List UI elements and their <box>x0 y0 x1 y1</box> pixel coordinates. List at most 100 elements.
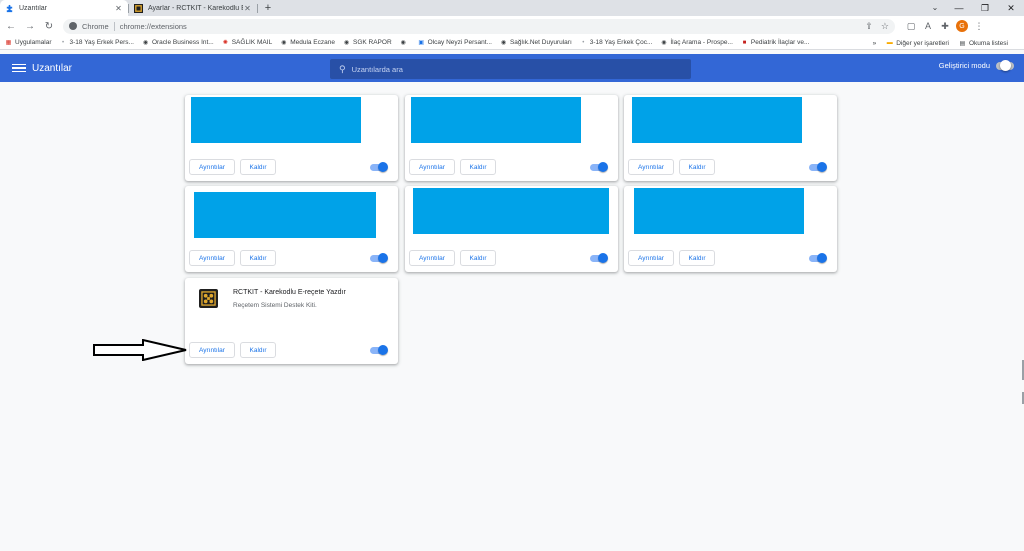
reload-icon[interactable]: ↻ <box>41 18 57 34</box>
redacted-area <box>634 188 804 234</box>
bookmark-item[interactable]: ▦ Uygulamalar <box>5 39 52 46</box>
redacted-area <box>632 97 802 143</box>
bookmark-label: Pediatrik İlaçlar ve... <box>750 39 810 46</box>
share-icon[interactable]: ⇪ <box>865 21 873 32</box>
back-arrow-icon[interactable]: ← <box>3 18 19 34</box>
bookmark-label: 3-18 Yaş Erkek Çoc... <box>589 39 653 46</box>
bookmark-label: Sağlık.Net Duyuruları <box>509 39 572 46</box>
forward-arrow-icon[interactable]: → <box>22 18 38 34</box>
remove-button[interactable]: Kaldır <box>240 159 276 175</box>
tab-search-icon[interactable]: ⌄ <box>928 0 942 16</box>
globe-icon: ◉ <box>343 40 350 46</box>
enable-toggle[interactable] <box>809 162 827 172</box>
close-icon[interactable]: ✕ <box>114 4 123 13</box>
redacted-area <box>191 97 361 143</box>
search-input[interactable] <box>351 64 652 74</box>
globe-icon: ◉ <box>400 40 406 46</box>
translate-icon[interactable]: A <box>922 20 934 32</box>
details-button[interactable]: Ayrıntılar <box>409 159 455 175</box>
rctkit-logo-icon <box>199 289 218 308</box>
apps-grid-icon: ▦ <box>5 40 12 46</box>
enable-toggle[interactable] <box>809 253 827 263</box>
image-icon: ▣ <box>418 40 424 46</box>
minimize-icon[interactable]: — <box>946 0 972 16</box>
annotation-arrow-icon <box>93 339 187 361</box>
bookmark-label: SGK RAPOR <box>353 39 392 46</box>
bookmark-label: Oracle Business Int... <box>151 39 214 46</box>
developer-mode-label: Geliştirici modu <box>938 61 990 70</box>
extension-card: Ayrıntılar Kaldır <box>185 186 398 272</box>
red-square-icon: ■ <box>742 39 747 46</box>
star-icon[interactable]: ☆ <box>881 21 889 32</box>
close-window-icon[interactable]: ✕ <box>998 0 1024 16</box>
developer-mode-toggle[interactable] <box>996 59 1014 71</box>
page-title: Uzantılar <box>32 62 73 74</box>
extension-description: Reçetem Sistemi Destek Kiti. <box>233 302 317 309</box>
url-text: chrome://extensions <box>119 21 187 31</box>
tab-title: Ayarlar - RCTKIT - Karekodlu E-reçete Ya… <box>148 4 243 12</box>
remove-button[interactable]: Kaldır <box>240 342 276 358</box>
extension-search: ⚲ <box>330 59 691 79</box>
search-icon: ⚲ <box>339 63 346 74</box>
remove-button[interactable]: Kaldır <box>679 159 715 175</box>
details-button[interactable]: Ayrıntılar <box>189 250 235 266</box>
enable-toggle[interactable] <box>370 253 388 263</box>
tab-divider <box>257 4 258 13</box>
profile-avatar[interactable]: G <box>956 20 968 32</box>
bookmark-item[interactable]: ◉ Sağlık.Net Duyuruları <box>500 39 572 46</box>
bookmark-item[interactable]: ■ Pediatrik İlaçlar ve... <box>741 39 810 46</box>
restore-icon[interactable]: ❐ <box>972 0 998 16</box>
details-button[interactable]: Ayrıntılar <box>189 159 235 175</box>
more-bookmarks-button[interactable]: » <box>873 40 877 47</box>
tab-settings-rctkit[interactable]: Ayarlar - RCTKIT - Karekodlu E-reçete Ya… <box>129 0 257 16</box>
details-button[interactable]: Ayrıntılar <box>628 250 674 266</box>
extension-icon[interactable]: ▢ <box>905 20 917 32</box>
tab-strip: Uzantılar ✕ Ayarlar - RCTKIT - Karekodlu… <box>0 0 1024 16</box>
extensions-puzzle-icon[interactable]: ✚ <box>939 20 951 32</box>
bookmark-item[interactable]: • 3-18 Yaş Erkek Çoc... <box>580 39 653 46</box>
mail-icon: ✺ <box>222 40 228 46</box>
bookmark-label: Uygulamalar <box>15 39 52 46</box>
extension-card-rctkit: RCTKIT - Karekodlu E-reçete Yazdır Reçet… <box>185 278 398 364</box>
developer-mode: Geliştirici modu <box>938 59 1014 71</box>
extension-card: Ayrıntılar Kaldır <box>405 186 618 272</box>
kebab-menu-icon[interactable]: ⋮ <box>973 20 985 32</box>
bookmark-item[interactable]: ◉ SGK RAPOR <box>343 39 392 46</box>
reading-list-label: Okuma listesi <box>968 39 1008 47</box>
tab-extensions[interactable]: Uzantılar ✕ <box>0 0 128 16</box>
extensions-header: Uzantılar ⚲ Geliştirici modu <box>0 54 1024 82</box>
address-bar[interactable]: Chrome chrome://extensions ⇪ ☆ <box>63 18 895 34</box>
chrome-icon <box>69 22 77 30</box>
bookmark-label: Olcay Neyzi Persant... <box>427 39 492 46</box>
bookmark-item[interactable]: ◉ İlaç Arama - Prospe... <box>660 39 733 46</box>
details-button[interactable]: Ayrıntılar <box>189 342 235 358</box>
hamburger-menu-icon[interactable] <box>12 63 26 73</box>
bookmark-item[interactable]: ◉ Oracle Business Int... <box>142 39 214 46</box>
remove-button[interactable]: Kaldır <box>240 250 276 266</box>
remove-button[interactable]: Kaldır <box>460 250 496 266</box>
remove-button[interactable]: Kaldır <box>460 159 496 175</box>
new-tab-button[interactable]: + <box>260 0 276 16</box>
bookmark-item[interactable]: ◉ Medula Eczane <box>280 39 335 46</box>
other-bookmarks-label: Diğer yer işaretleri <box>896 39 949 47</box>
remove-button[interactable]: Kaldır <box>679 250 715 266</box>
bookmarks-right: » ▬ Diğer yer işaretleri ▤ Okuma listesi <box>873 36 1018 50</box>
close-icon[interactable]: ✕ <box>243 4 252 13</box>
enable-toggle[interactable] <box>370 162 388 172</box>
globe-icon: ◉ <box>500 40 507 46</box>
bookmark-label: 3-18 Yaş Erkek Pers... <box>69 39 134 46</box>
bookmark-item[interactable]: • 3-18 Yaş Erkek Pers... <box>60 39 134 46</box>
bookmark-item[interactable]: ◉ <box>400 39 410 46</box>
bookmark-item[interactable]: ✺ SAĞLIK MAIL <box>222 39 272 46</box>
dot-icon: • <box>61 39 65 46</box>
details-button[interactable]: Ayrıntılar <box>409 250 455 266</box>
other-bookmarks-folder[interactable]: ▬ Diğer yer işaretleri <box>886 40 949 47</box>
extension-card: Ayrıntılar Kaldır <box>405 95 618 181</box>
enable-toggle[interactable] <box>370 345 388 355</box>
details-button[interactable]: Ayrıntılar <box>628 159 674 175</box>
enable-toggle[interactable] <box>590 253 608 263</box>
tab-title: Uzantılar <box>19 4 48 12</box>
reading-list-button[interactable]: ▤ Okuma listesi <box>959 40 1008 47</box>
enable-toggle[interactable] <box>590 162 608 172</box>
bookmark-item[interactable]: ▣ Olcay Neyzi Persant... <box>418 39 492 46</box>
